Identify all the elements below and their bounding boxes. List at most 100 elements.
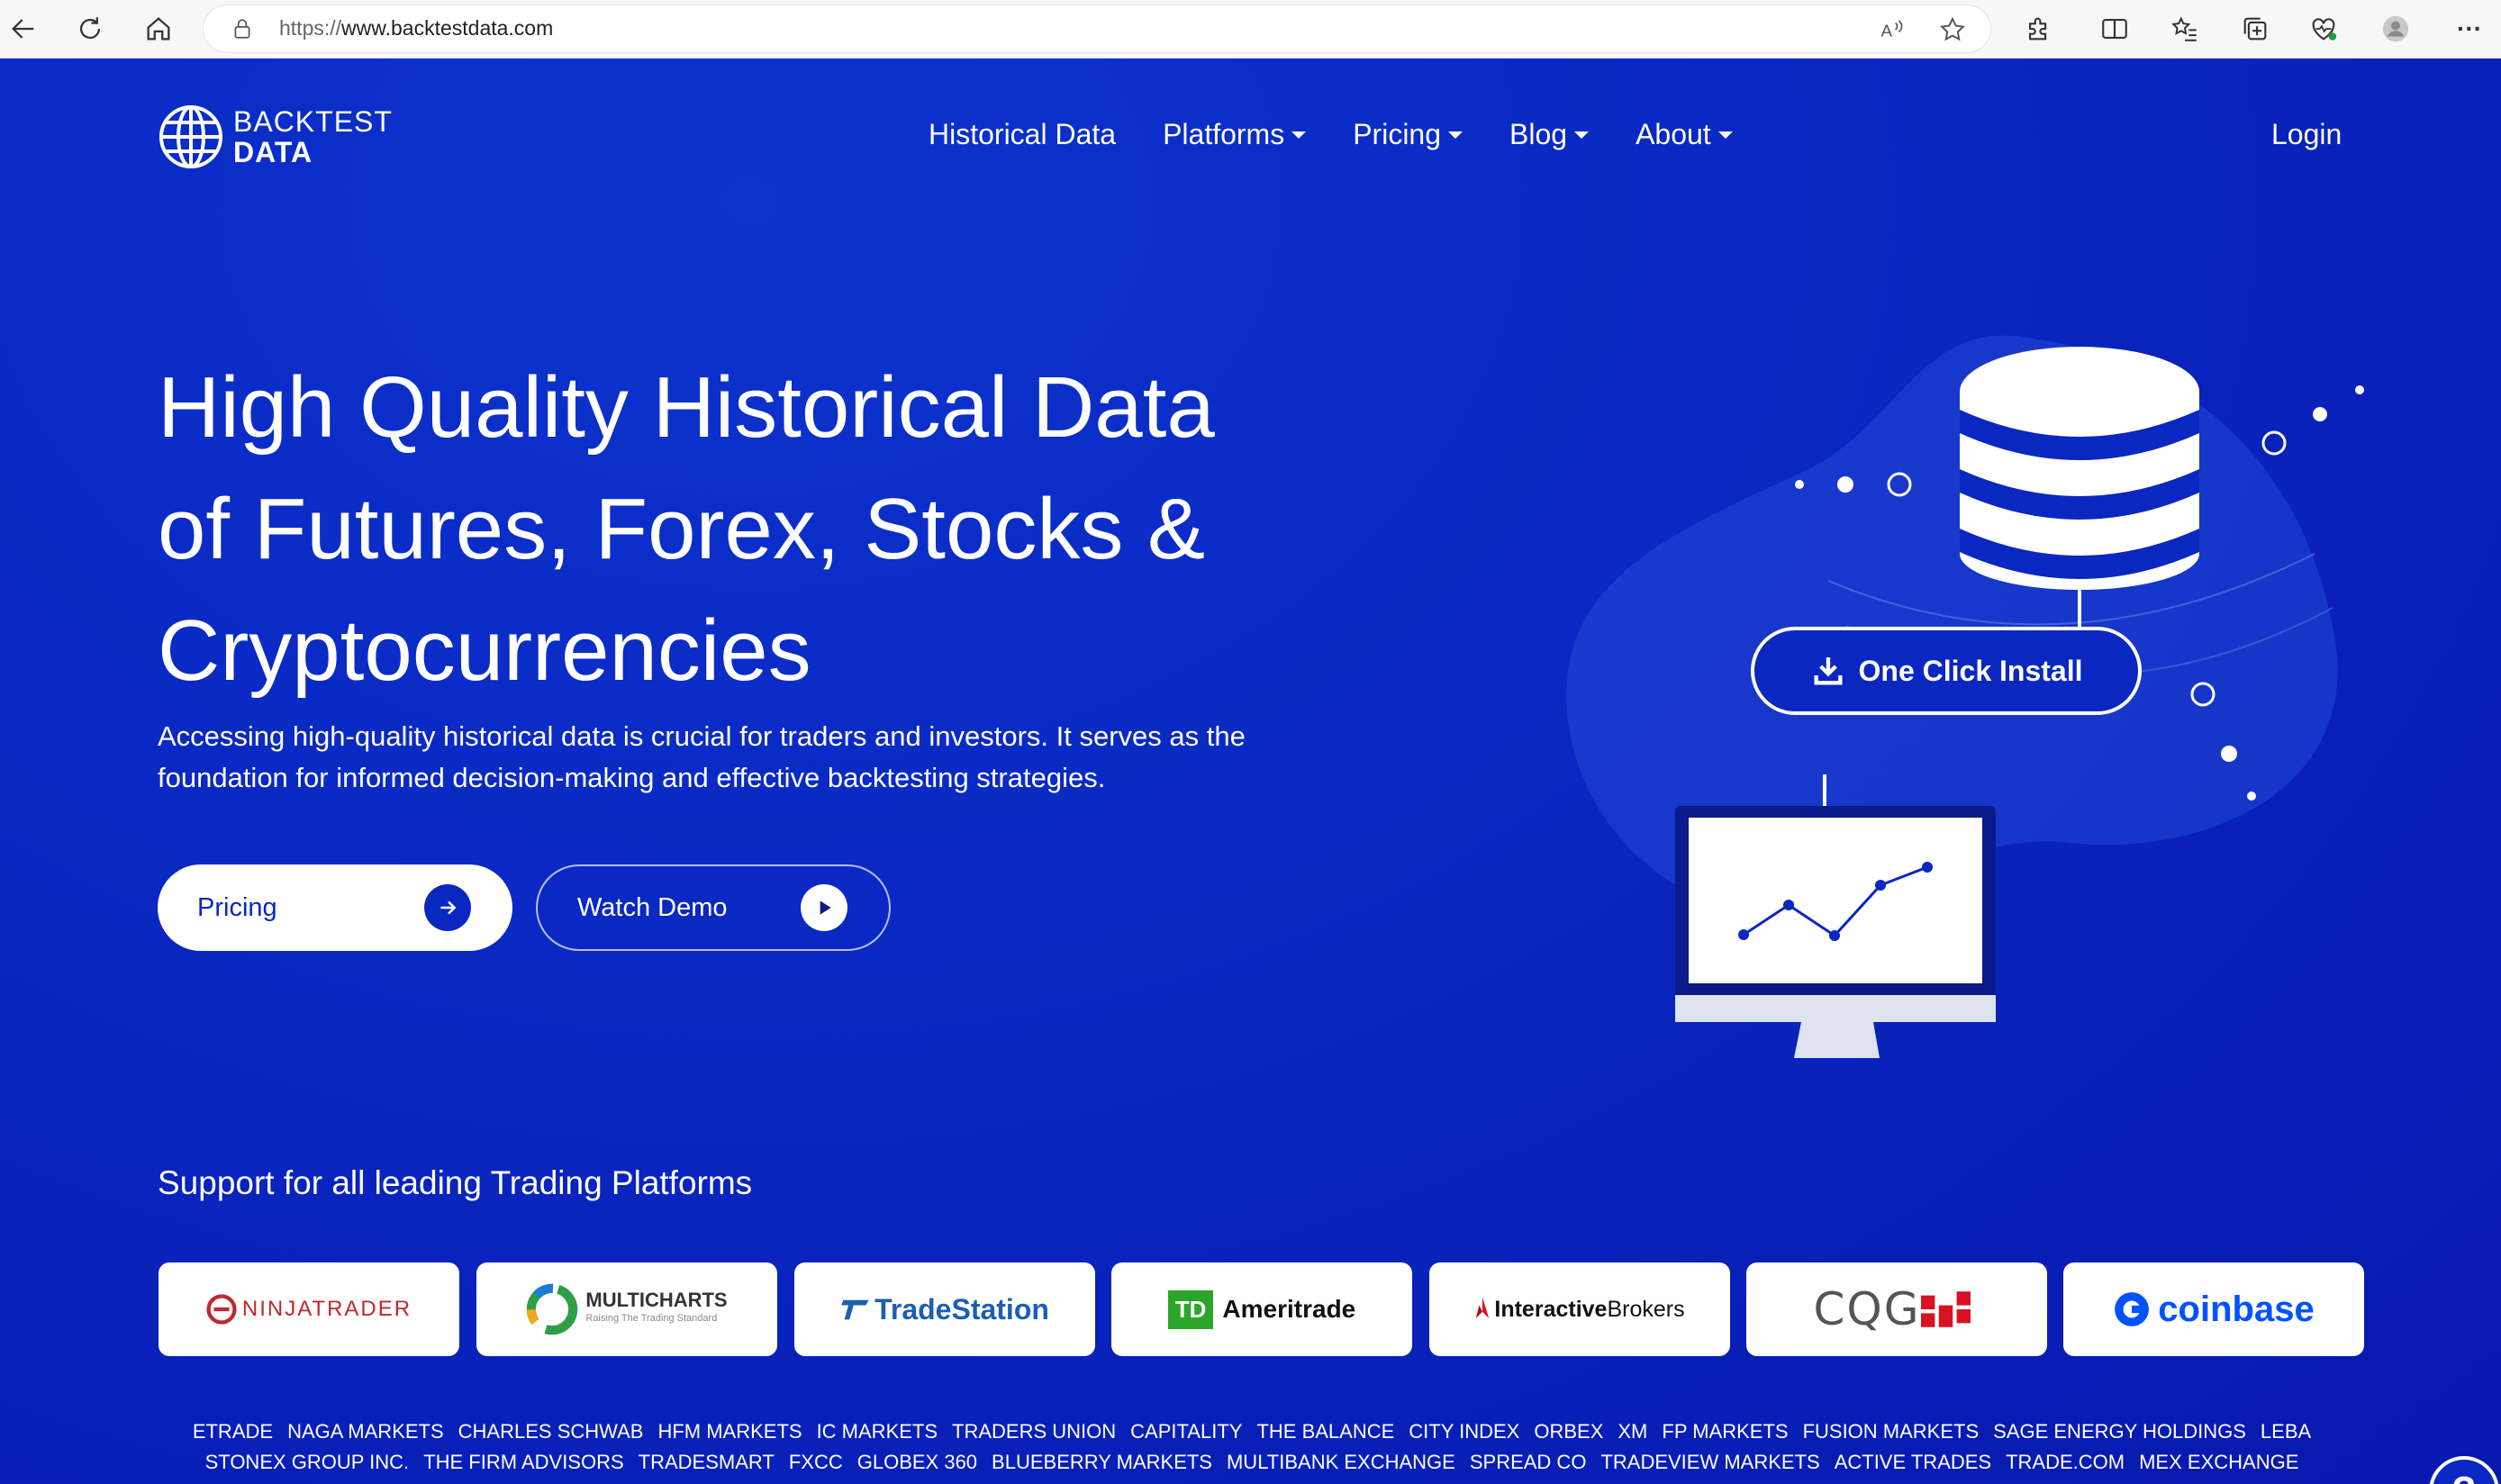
broker-link[interactable]: LEBA [2261,1420,2311,1443]
brokers-list-row2: STONEX GROUP INC. THE FIRM ADVISORS TRADES… [126,1451,2378,1474]
coinbase-logo-icon [2115,1292,2150,1326]
help-icon: ? [2452,1469,2477,1484]
caret-down-icon [1291,131,1307,139]
broker-link[interactable]: CITY INDEX [1409,1420,1519,1443]
star-icon [1940,16,1965,41]
hero-title-line1: High Quality Historical Data [158,359,1215,456]
coinbase-label: coinbase [2158,1289,2315,1329]
download-icon [1814,657,1843,685]
main-nav: Historical Data Platforms Pricing Blog A… [929,118,1780,151]
read-aloud-icon: A [1881,20,1903,41]
ninjatrader-label: NINJATRADER [241,1297,412,1321]
collections-button[interactable] [2232,5,2279,52]
coinbase-logo-card[interactable]: coinbase [2063,1262,2364,1356]
favorites-list-icon [2171,16,2197,41]
td-ameritrade-logo-card[interactable]: TD Ameritrade [1111,1262,1412,1356]
broker-link[interactable]: FP MARKETS [1662,1420,1788,1443]
nav-about[interactable]: About [1636,118,1733,151]
website-page: BACKTEST DATA Historical Data Platforms … [0,59,2501,1484]
broker-link[interactable]: SPREAD CO [1470,1451,1587,1473]
hero-title: High Quality Historical Data of Futures,… [158,347,1418,711]
broker-link[interactable]: MULTIBANK EXCHANGE [1227,1451,1455,1473]
broker-link[interactable]: IC MARKETS [817,1420,938,1443]
broker-link[interactable]: TRADESMART [639,1451,775,1473]
caret-down-icon [1574,131,1590,139]
collections-icon [2243,17,2267,41]
broker-link[interactable]: BLUEBERRY MARKETS [992,1451,1212,1473]
home-button[interactable] [135,5,182,52]
read-aloud-button[interactable]: A [1879,16,1906,43]
favorites-button[interactable] [2161,5,2208,52]
browser-toolbar: https://www.backtestdata.com A ··· [0,0,2501,59]
split-screen-button[interactable] [2091,5,2138,52]
heart-pulse-icon [2312,18,2337,41]
one-click-install-button[interactable]: One Click Install [1751,627,2142,715]
broker-link[interactable]: ETRADE [193,1420,273,1443]
caret-down-icon [1717,131,1733,139]
login-link[interactable]: Login [2271,118,2342,151]
broker-link[interactable]: THE FIRM ADVISORS [423,1451,623,1473]
watch-demo-label: Watch Demo [577,892,728,922]
interactive-brokers-logo-icon [1476,1297,1490,1318]
tradestation-logo-card[interactable]: TradeStation [794,1262,1095,1356]
site-logo[interactable]: BACKTEST DATA [158,104,393,170]
broker-link[interactable]: MEX EXCHANGE [2139,1451,2298,1473]
nav-blog[interactable]: Blog [1509,118,1590,151]
browser-essentials-button[interactable] [2300,5,2347,52]
extensions-button[interactable] [2016,5,2062,52]
ninjatrader-logo-card[interactable]: NINJATRADER [159,1262,459,1356]
tradestation-logo-icon [841,1299,869,1320]
broker-link[interactable]: TRADEVIEW MARKETS [1600,1451,1819,1473]
back-arrow-icon [12,19,34,39]
broker-link[interactable]: SAGE ENERGY HOLDINGS [1993,1420,2246,1443]
caret-down-icon [1448,131,1463,139]
logo-line1: BACKTEST [233,105,393,138]
broker-link[interactable]: THE BALANCE [1256,1420,1394,1443]
cqg-logo-icon [1920,1291,1971,1327]
multicharts-logo-card[interactable]: MULTICHARTS Raising The Trading Standard [476,1262,777,1356]
multicharts-logo-icon [527,1283,578,1335]
broker-link[interactable]: XM [1617,1420,1647,1443]
broker-link[interactable]: CHARLES SCHWAB [458,1420,644,1443]
broker-link[interactable]: ORBEX [1534,1420,1603,1443]
refresh-icon [79,17,101,40]
profile-button[interactable] [2372,5,2419,52]
nav-platforms[interactable]: Platforms [1163,118,1307,151]
arrow-right-icon [424,884,471,931]
url-text: https://www.backtestdata.com [279,16,554,40]
interactive-brokers-logo-card[interactable]: Interactive Brokers [1429,1262,1730,1356]
multicharts-label: MULTICHARTS [585,1289,728,1311]
home-icon [147,17,170,41]
broker-link[interactable]: NAGA MARKETS [287,1420,444,1443]
address-bar[interactable]: https://www.backtestdata.com A [204,5,1990,52]
td-badge: TD [1167,1289,1214,1329]
cqg-logo-card[interactable]: CQG [1746,1262,2047,1356]
pricing-button-label: Pricing [197,892,277,922]
watch-demo-button[interactable]: Watch Demo [536,864,891,951]
support-title: Support for all leading Trading Platform… [158,1164,753,1201]
broker-link[interactable]: GLOBEX 360 [857,1451,977,1473]
back-button[interactable] [0,5,47,52]
tradestation-label: TradeStation [874,1292,1049,1326]
broker-link[interactable]: ACTIVE TRADES [1835,1451,1991,1473]
one-click-install-label: One Click Install [1858,654,2083,687]
more-menu-button[interactable]: ··· [2446,5,2493,52]
broker-link[interactable]: TRADERS UNION [952,1420,1116,1443]
broker-link[interactable]: HFM MARKETS [657,1420,802,1443]
refresh-button[interactable] [67,5,113,52]
hero-title-line2: of Futures, Forex, Stocks & [158,481,1206,577]
broker-link[interactable]: TRADE.COM [2006,1451,2125,1473]
help-button[interactable]: ? [2429,1456,2499,1484]
cqg-label: CQG [1813,1283,1921,1335]
broker-link[interactable]: FXCC [789,1451,843,1473]
nav-pricing[interactable]: Pricing [1353,118,1463,151]
favorite-star-button[interactable] [1938,15,1967,44]
pricing-button[interactable]: Pricing [158,864,512,951]
broker-link[interactable]: FUSION MARKETS [1803,1420,1980,1443]
broker-link[interactable]: STONEX GROUP INC. [205,1451,410,1473]
hero-subtitle-line1: Accessing high-quality historical data i… [158,720,1246,752]
logo-line2: DATA [233,136,313,168]
monitor-icon [1675,806,1996,1058]
nav-historical-data[interactable]: Historical Data [929,118,1116,151]
broker-link[interactable]: CAPITALITY [1130,1420,1242,1443]
